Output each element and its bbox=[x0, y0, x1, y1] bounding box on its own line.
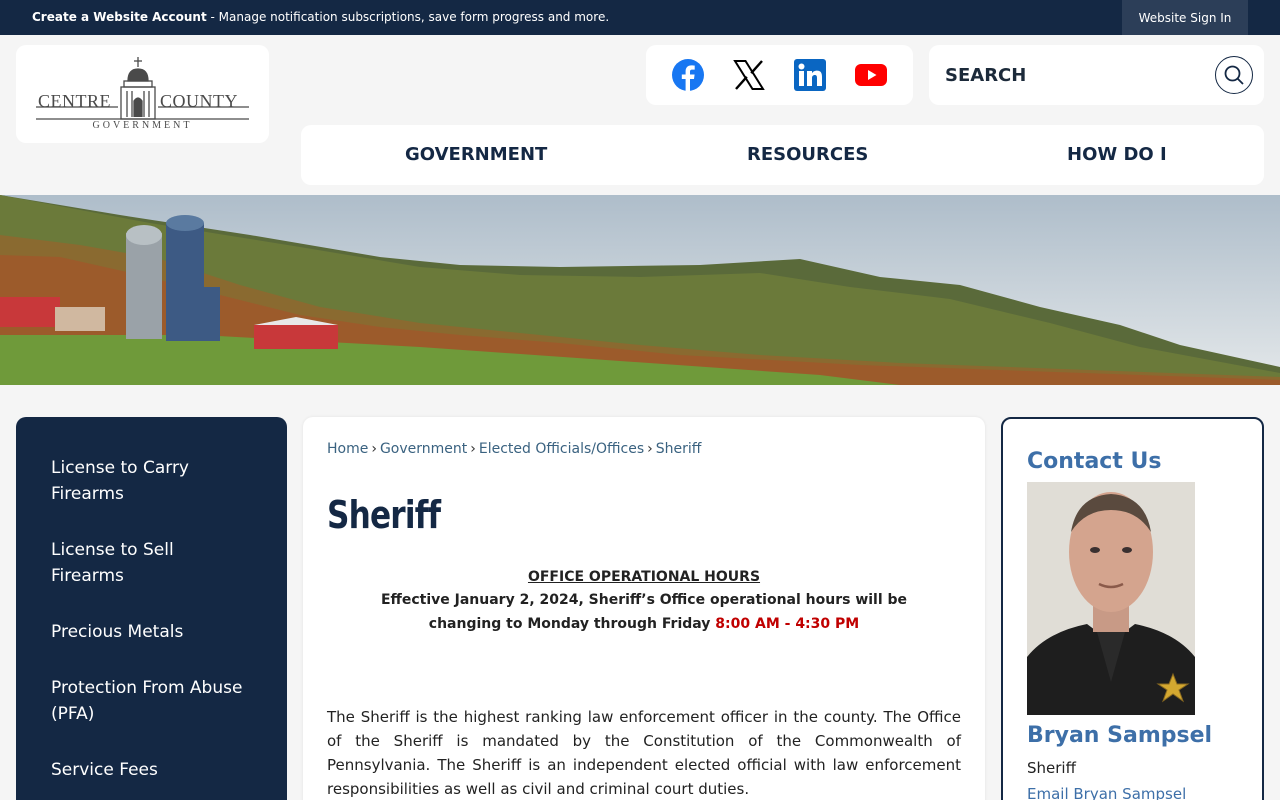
logo-text-government: GOVERNMENT bbox=[92, 120, 193, 131]
breadcrumb-government[interactable]: Government bbox=[380, 441, 467, 457]
social-links bbox=[646, 45, 913, 105]
breadcrumb-sheriff[interactable]: Sheriff bbox=[656, 441, 702, 457]
main-content: Home › Government › Elected Officials/Office… bbox=[303, 417, 985, 800]
landscape-banner-image bbox=[0, 195, 1280, 385]
search-icon bbox=[1224, 65, 1244, 85]
hours-notice-prefix: changing to Monday through Friday bbox=[428, 616, 716, 632]
create-account-link[interactable]: Create a Website Account - Manage notifi… bbox=[32, 10, 609, 24]
sidebar-item-service-fees[interactable]: Service Fees bbox=[51, 757, 251, 783]
sheriff-description: The Sheriff is the highest ranking law e… bbox=[327, 708, 961, 798]
breadcrumb-elected-officials[interactable]: Elected Officials/Offices bbox=[479, 441, 644, 457]
sidebar-item-license-to-sell[interactable]: License to Sell Firearms bbox=[51, 537, 251, 589]
contact-email-link[interactable]: Email Bryan Sampsel bbox=[1027, 785, 1186, 800]
nav-resources[interactable]: RESOURCES bbox=[747, 144, 868, 165]
sheriff-photo bbox=[1027, 482, 1195, 715]
search-button[interactable] bbox=[1215, 56, 1253, 94]
contact-card: Contact Us Bryan Sampsel Sheriff Email B… bbox=[1001, 417, 1264, 800]
county-logo[interactable]: CENTRE COUNTY GOVERNMENT bbox=[16, 45, 269, 143]
linkedin-icon[interactable] bbox=[794, 59, 826, 91]
page-title: Sheriff bbox=[327, 493, 441, 537]
youtube-icon[interactable] bbox=[855, 59, 887, 91]
sidebar-item-license-to-carry[interactable]: License to Carry Firearms bbox=[51, 455, 251, 507]
sidebar-navigation: License to Carry Firearms License to Sel… bbox=[16, 417, 287, 800]
logo-text-centre: CENTRE bbox=[38, 91, 111, 111]
contact-role: Sheriff bbox=[1027, 759, 1076, 777]
courthouse-icon bbox=[36, 57, 249, 120]
main-navigation: GOVERNMENT RESOURCES HOW DO I bbox=[301, 125, 1264, 185]
logo-text-county: COUNTY bbox=[160, 91, 238, 111]
website-sign-in-button[interactable]: Website Sign In bbox=[1122, 0, 1248, 35]
nav-how-do-i[interactable]: HOW DO I bbox=[1067, 144, 1167, 165]
contact-name: Bryan Sampsel bbox=[1027, 723, 1213, 748]
hours-heading: OFFICE OPERATIONAL HOURS bbox=[527, 569, 761, 585]
breadcrumb: Home › Government › Elected Officials/Office… bbox=[327, 441, 702, 457]
breadcrumb-home[interactable]: Home bbox=[327, 441, 368, 457]
facebook-icon[interactable] bbox=[672, 59, 704, 91]
hours-notice-time: 8:00 AM - 4:30 PM bbox=[715, 616, 860, 632]
contact-title: Contact Us bbox=[1027, 449, 1162, 474]
nav-government[interactable]: GOVERNMENT bbox=[405, 144, 547, 165]
search-input[interactable] bbox=[945, 59, 1215, 91]
search-box bbox=[929, 45, 1264, 105]
notification-bar: Create a Website Account - Manage notifi… bbox=[0, 0, 1280, 35]
x-icon[interactable] bbox=[733, 59, 765, 91]
create-account-description: - Manage notification subscriptions, sav… bbox=[206, 10, 610, 24]
sidebar-item-pfa[interactable]: Protection From Abuse (PFA) bbox=[51, 675, 251, 727]
hours-notice-line-2: changing to Monday through Friday 8:00 A… bbox=[327, 616, 961, 632]
sidebar-item-precious-metals[interactable]: Precious Metals bbox=[51, 619, 251, 645]
create-account-label[interactable]: Create a Website Account bbox=[32, 10, 207, 24]
hours-notice-line-1: Effective January 2, 2024, Sheriff’s Off… bbox=[380, 592, 908, 608]
